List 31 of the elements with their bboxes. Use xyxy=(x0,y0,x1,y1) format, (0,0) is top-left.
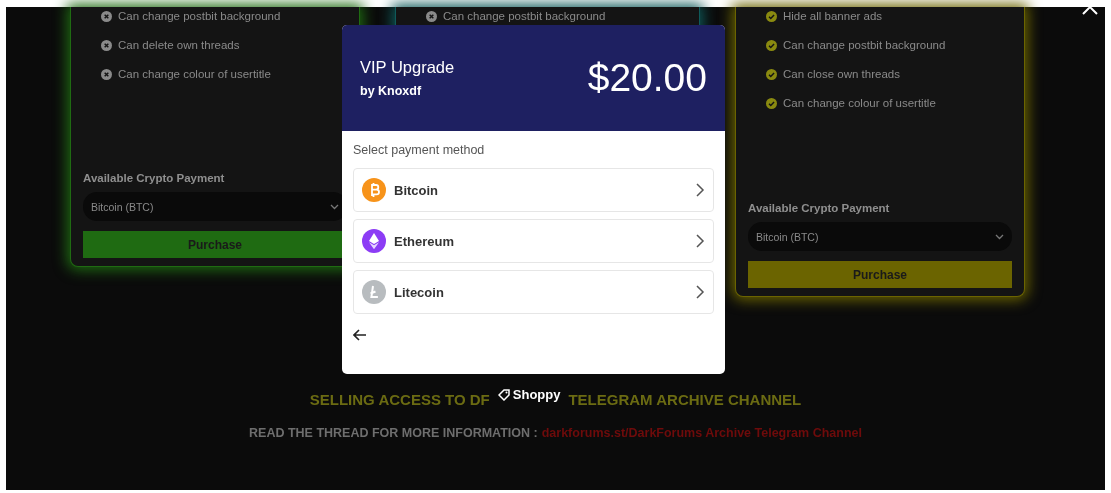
headline: SELLING ACCESS TO DF xyxy=(309,391,490,408)
caret-icon xyxy=(330,202,339,211)
chevron-icon xyxy=(695,234,705,248)
bitcoin-icon xyxy=(362,178,386,202)
feature-text: Can change postbit background xyxy=(118,10,281,22)
info-text: READ THE THREAD FOR MORE INFORMATION : xyxy=(249,426,538,440)
litecoin-icon xyxy=(362,280,386,304)
product-title: VIP Upgrade xyxy=(360,58,455,77)
chevron-icon xyxy=(695,183,705,197)
payment-select[interactable]: Bitcoin (BTC) xyxy=(748,222,1012,251)
brand-name: Shoppy xyxy=(512,387,561,402)
payment-method[interactable]: Bitcoin xyxy=(353,168,714,212)
caret-icon xyxy=(995,232,1004,241)
feature-text: Can change postbit background xyxy=(443,10,606,22)
prompt-text: Select payment method xyxy=(353,143,486,157)
feature-text: Can close own threads xyxy=(783,68,900,80)
chevron-icon xyxy=(695,285,705,299)
price: $20.00 xyxy=(587,56,707,100)
feature-text: Hide all banner ads xyxy=(783,10,883,22)
payment-method[interactable]: Ethereum xyxy=(353,219,714,263)
seller-name: by Knoxdf xyxy=(360,84,423,98)
headline: TELEGRAM ARCHIVE CHANNEL xyxy=(568,391,802,408)
payment-label: Available Crypto Payment xyxy=(83,172,226,184)
feature-text: Can change colour of usertitle xyxy=(118,68,271,80)
feature-text: Can change colour of usertitle xyxy=(783,97,936,109)
tag-icon xyxy=(497,388,510,401)
feature-text: Can change postbit background xyxy=(783,39,946,51)
back-button[interactable] xyxy=(353,328,369,342)
payment-method[interactable]: Litecoin xyxy=(353,270,714,314)
payment-label: Available Crypto Payment xyxy=(748,202,891,214)
feature-text: Can delete own threads xyxy=(118,39,240,51)
